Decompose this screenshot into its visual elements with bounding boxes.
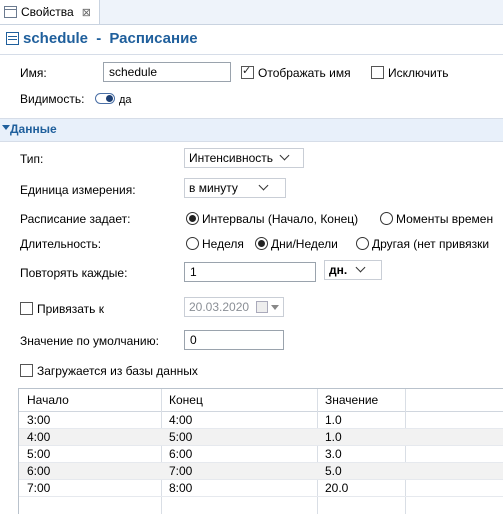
chevron-down-icon: [279, 150, 290, 161]
duration-option-week: Неделя: [202, 237, 244, 251]
bind-date-value: 20.03.2020: [189, 300, 250, 314]
cell-value[interactable]: 5.0: [325, 464, 342, 478]
type-value: Интенсивность: [189, 151, 274, 165]
defines-radio-intervals[interactable]: Интервалы (Начало, Конец): [186, 212, 358, 226]
cell-start[interactable]: 6:00: [27, 464, 50, 478]
repeat-unit-select[interactable]: дн.: [324, 260, 382, 280]
tab-bar: Свойства ⊠: [0, 0, 503, 25]
duration-label: Длительность:: [20, 237, 102, 251]
cell-value[interactable]: 3.0: [325, 447, 342, 461]
radio-selected-icon: [255, 237, 268, 250]
show-name-checkbox[interactable]: Отображать имя: [241, 64, 351, 80]
duration-option-other: Другая (нет привязки: [372, 237, 490, 251]
schedule-table[interactable]: Начало Конец Значение 3:00 4:00 1.0 4:00…: [18, 388, 503, 514]
chevron-down-icon: [258, 180, 269, 191]
cell-end[interactable]: 6:00: [169, 447, 192, 461]
visibility-label: Видимость:: [20, 92, 85, 106]
chevron-down-icon: [355, 262, 366, 273]
calendar-icon: [256, 301, 268, 313]
data-section-header[interactable]: Данные: [0, 118, 503, 142]
defines-option-moments: Моменты времен: [396, 212, 494, 226]
duration-radio-other[interactable]: Другая (нет привязки: [356, 237, 489, 251]
name-input[interactable]: schedule: [103, 62, 231, 82]
duration-radio-week[interactable]: Неделя: [186, 237, 244, 251]
db-label: Загружается из базы данных: [37, 364, 198, 378]
properties-icon: [4, 6, 17, 18]
header-divider: [0, 54, 503, 55]
default-label: Значение по умолчанию:: [20, 334, 159, 348]
duration-option-days: Дни/Недели: [271, 237, 338, 251]
repeat-input[interactable]: 1: [184, 262, 316, 282]
radio-selected-icon: [186, 212, 199, 225]
table-row[interactable]: 4:00 5:00 1.0: [19, 429, 503, 446]
element-type: Расписание: [109, 30, 198, 47]
name-label: Имя:: [20, 66, 47, 80]
bind-checkbox[interactable]: Привязать к: [20, 302, 104, 316]
cell-value[interactable]: 1.0: [325, 430, 342, 444]
type-label: Тип:: [20, 152, 44, 166]
repeat-label: Повторять каждые:: [20, 266, 128, 280]
cell-end[interactable]: 4:00: [169, 413, 192, 427]
cell-start[interactable]: 5:00: [27, 447, 50, 461]
schedule-icon: [6, 32, 19, 45]
visibility-toggle[interactable]: да: [95, 92, 132, 106]
defines-label: Расписание задает:: [20, 212, 131, 226]
page-title: schedule - Расписание: [6, 30, 198, 47]
cell-end[interactable]: 5:00: [169, 430, 192, 444]
cell-value[interactable]: 20.0: [325, 481, 348, 495]
tab-properties[interactable]: Свойства ⊠: [0, 0, 100, 24]
table-header: Начало Конец Значение: [19, 389, 503, 412]
table-row[interactable]: 3:00 4:00 1.0: [19, 412, 503, 429]
duration-radio-days[interactable]: Дни/Недели: [255, 237, 338, 251]
cell-start[interactable]: 3:00: [27, 413, 50, 427]
checkbox-icon: [371, 66, 384, 79]
bind-date-picker[interactable]: 20.03.2020: [184, 297, 284, 317]
exclude-checkbox[interactable]: Исключить: [371, 66, 448, 80]
unit-label: Единица измерения:: [20, 183, 136, 197]
defines-option-intervals: Интервалы (Начало, Конец): [202, 212, 359, 226]
column-header-start[interactable]: Начало: [27, 393, 69, 407]
close-icon[interactable]: ⊠: [82, 6, 91, 19]
checkbox-icon: [20, 302, 33, 315]
defines-radio-moments[interactable]: Моменты времен: [380, 212, 493, 226]
type-select[interactable]: Интенсивность: [184, 148, 304, 168]
checkbox-checked-icon: [241, 64, 254, 79]
radio-icon: [356, 237, 369, 250]
unit-value: в минуту: [189, 181, 238, 195]
bind-label: Привязать к: [37, 302, 104, 316]
cell-end[interactable]: 7:00: [169, 464, 192, 478]
section-title: Данные: [10, 122, 57, 136]
column-header-end[interactable]: Конец: [169, 393, 203, 407]
tab-label: Свойства: [21, 5, 74, 19]
column-header-value[interactable]: Значение: [325, 393, 378, 407]
db-checkbox[interactable]: Загружается из базы данных: [20, 364, 198, 378]
element-name: schedule: [23, 30, 89, 47]
chevron-down-icon: [271, 305, 279, 310]
default-input[interactable]: 0: [184, 330, 284, 350]
checkbox-icon: [20, 364, 33, 377]
cell-value[interactable]: 1.0: [325, 413, 342, 427]
radio-icon: [186, 237, 199, 250]
title-separator: -: [92, 30, 106, 47]
cell-start[interactable]: 7:00: [27, 481, 50, 495]
table-row[interactable]: 6:00 7:00 5.0: [19, 463, 503, 480]
collapse-arrow-icon: [2, 125, 10, 130]
table-row[interactable]: 7:00 8:00 20.0: [19, 480, 503, 497]
table-row[interactable]: 5:00 6:00 3.0: [19, 446, 503, 463]
show-name-label: Отображать имя: [258, 66, 351, 80]
cell-end[interactable]: 8:00: [169, 481, 192, 495]
toggle-icon: [95, 93, 115, 104]
cell-start[interactable]: 4:00: [27, 430, 50, 444]
radio-icon: [380, 212, 393, 225]
exclude-label: Исключить: [388, 66, 449, 80]
unit-select[interactable]: в минуту: [184, 178, 286, 198]
repeat-unit-value: дн.: [329, 263, 348, 277]
visibility-value: да: [119, 94, 132, 106]
